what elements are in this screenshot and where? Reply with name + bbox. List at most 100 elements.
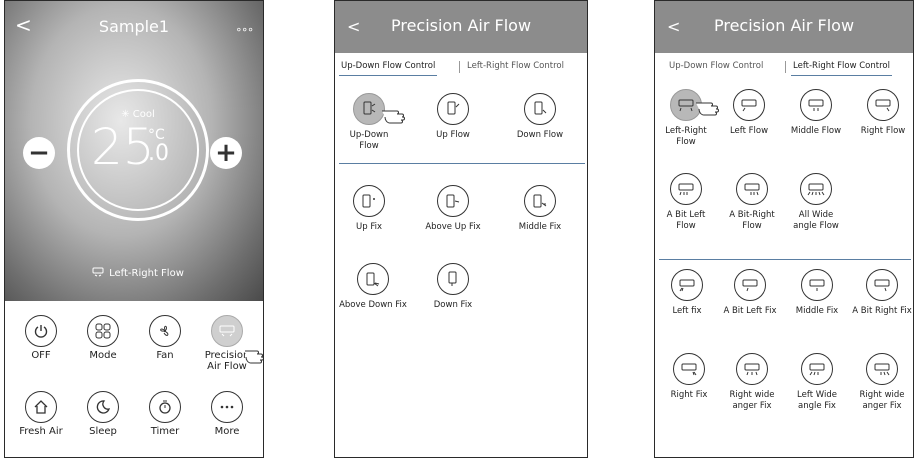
option-label: A Bit Right Fix [852,306,912,316]
option-label: Left fix [672,306,702,316]
option-left-flow[interactable]: Left Flow [719,89,779,137]
a-bit-left-fix-icon [734,269,766,301]
option-left-fix[interactable]: Left fix [659,269,715,317]
temperature-area: < Sample1 ∘∘∘ ✳ Cool 25 °C .0 − + Left-R… [5,1,263,301]
option-label: Right wide anger Fix [859,390,905,411]
power-icon [25,315,57,347]
option-label: Up Fix [356,222,382,232]
option-up-fix[interactable]: Up Fix [339,185,399,233]
left-right-flow-screen: < Precision Air Flow Up-Down Flow Contro… [654,0,914,458]
above-up-fix-icon [437,185,469,217]
a-bit-right-fix-icon [866,269,898,301]
right-wide-fix-icon [866,353,898,385]
timer-button[interactable]: Timer [135,391,195,437]
sleep-label: Sleep [89,426,117,437]
section-divider [659,259,911,260]
option-label: A Bit Left Fix [723,306,777,316]
down-fix-icon [437,263,469,295]
mode-icon [87,315,119,347]
option-down-fix[interactable]: Down Fix [423,263,483,311]
fresh-air-button[interactable]: Fresh Air [11,391,71,437]
option-label: Above Down Fix [339,300,407,310]
sleep-button[interactable]: Sleep [73,391,133,437]
option-label: A Bit Left Flow [666,210,706,231]
fan-button[interactable]: Fan [135,315,195,361]
left-wide-fix-icon [801,353,833,385]
left-flow-icon [733,89,765,121]
option-down-flow[interactable]: Down Flow [507,93,573,141]
hand-pointer-icon [381,105,411,127]
mode-button[interactable]: Mode [73,315,133,361]
option-right-wide-anger-fix[interactable]: Right wide anger Fix [721,353,783,412]
more-label: More [214,426,240,437]
option-label: Left Flow [729,126,769,136]
more-icon [211,391,243,423]
off-button[interactable]: OFF [11,315,71,361]
fan-label: Fan [156,350,174,361]
option-above-down-fix[interactable]: Above Down Fix [339,263,407,311]
tab-bar: Up-Down Flow Control Left-Right Flow Con… [655,57,913,77]
right-wide-fix-icon [736,353,768,385]
right-fix-icon [673,353,705,385]
option-right-flow[interactable]: Right Flow [851,89,913,137]
temperature-value: 25 [91,118,155,176]
option-a-bit-left-fix[interactable]: A Bit Left Fix [721,269,779,317]
option-middle-fix[interactable]: Middle Fix [785,269,849,317]
option-left-wide-angle-fix[interactable]: Left Wide angle Fix [785,353,849,412]
option-label: Left-Right Flow [665,126,707,147]
increase-temp-button[interactable]: + [210,137,242,169]
hand-pointer-icon [695,97,725,119]
more-button[interactable]: More [197,391,257,437]
tab-left-right[interactable]: Left-Right Flow Control [791,57,892,76]
more-options-icon[interactable]: ∘∘∘ [235,23,254,36]
timer-label: Timer [150,426,180,437]
device-title: Sample1 [98,17,170,36]
home-icon [25,391,57,423]
header-bar: < Precision Air Flow [655,1,913,53]
option-right-fix[interactable]: Right Fix [659,353,719,401]
option-right-wide-anger-fix-2[interactable]: Right wide anger Fix [851,353,913,412]
flow-status-label: Left-Right Flow [109,268,184,279]
up-down-flow-screen: < Precision Air Flow Up-Down Flow Contro… [334,0,588,458]
middle-fix-icon [524,185,556,217]
left-fix-icon [671,269,703,301]
up-fix-icon [353,185,385,217]
decrease-temp-button[interactable]: − [23,137,55,169]
option-up-flow[interactable]: Up Flow [423,93,483,141]
all-wide-angle-flow-icon [800,173,832,205]
flow-status: Left-Right Flow [5,267,263,279]
main-control-screen: < Sample1 ∘∘∘ ✳ Cool 25 °C .0 − + Left-R… [4,0,264,458]
right-flow-icon [867,89,899,121]
ac-unit-icon [211,315,243,347]
tab-up-down[interactable]: Up-Down Flow Control [667,57,765,75]
tab-left-right[interactable]: Left-Right Flow Control [465,57,566,75]
option-a-bit-right-fix[interactable]: A Bit Right Fix [851,269,913,317]
tab-up-down[interactable]: Up-Down Flow Control [339,57,438,76]
a-bit-right-flow-icon [736,173,768,205]
option-middle-flow[interactable]: Middle Flow [783,89,849,137]
tab-bar: Up-Down Flow Control Left-Right Flow Con… [335,57,587,77]
option-all-wide-angle-flow[interactable]: All Wide angle Flow [787,173,845,232]
tab-divider [785,61,786,73]
option-middle-fix[interactable]: Middle Fix [507,185,573,233]
option-label: Right wide anger Fix [729,390,775,411]
page-title: Precision Air Flow [390,16,532,35]
option-label: Down Flow [516,130,564,140]
off-label: OFF [31,350,51,361]
temperature-decimal: .0 [148,141,169,166]
option-label: Middle Fix [518,222,562,232]
option-label: Right Fix [670,390,708,400]
fan-icon [149,315,181,347]
option-label: Down Fix [433,300,473,310]
option-label: Middle Flow [790,126,842,136]
option-a-bit-left-flow[interactable]: A Bit Left Flow [657,173,715,232]
page-title: Precision Air Flow [713,16,855,35]
above-down-fix-icon [357,263,389,295]
option-a-bit-right-flow[interactable]: A Bit-Right Flow [719,173,785,232]
option-label: Up Flow [436,130,470,140]
timer-icon [149,391,181,423]
middle-flow-icon [800,89,832,121]
option-above-up-fix[interactable]: Above Up Fix [419,185,487,233]
fresh-air-label: Fresh Air [19,426,63,437]
option-label: All Wide angle Flow [793,210,839,231]
